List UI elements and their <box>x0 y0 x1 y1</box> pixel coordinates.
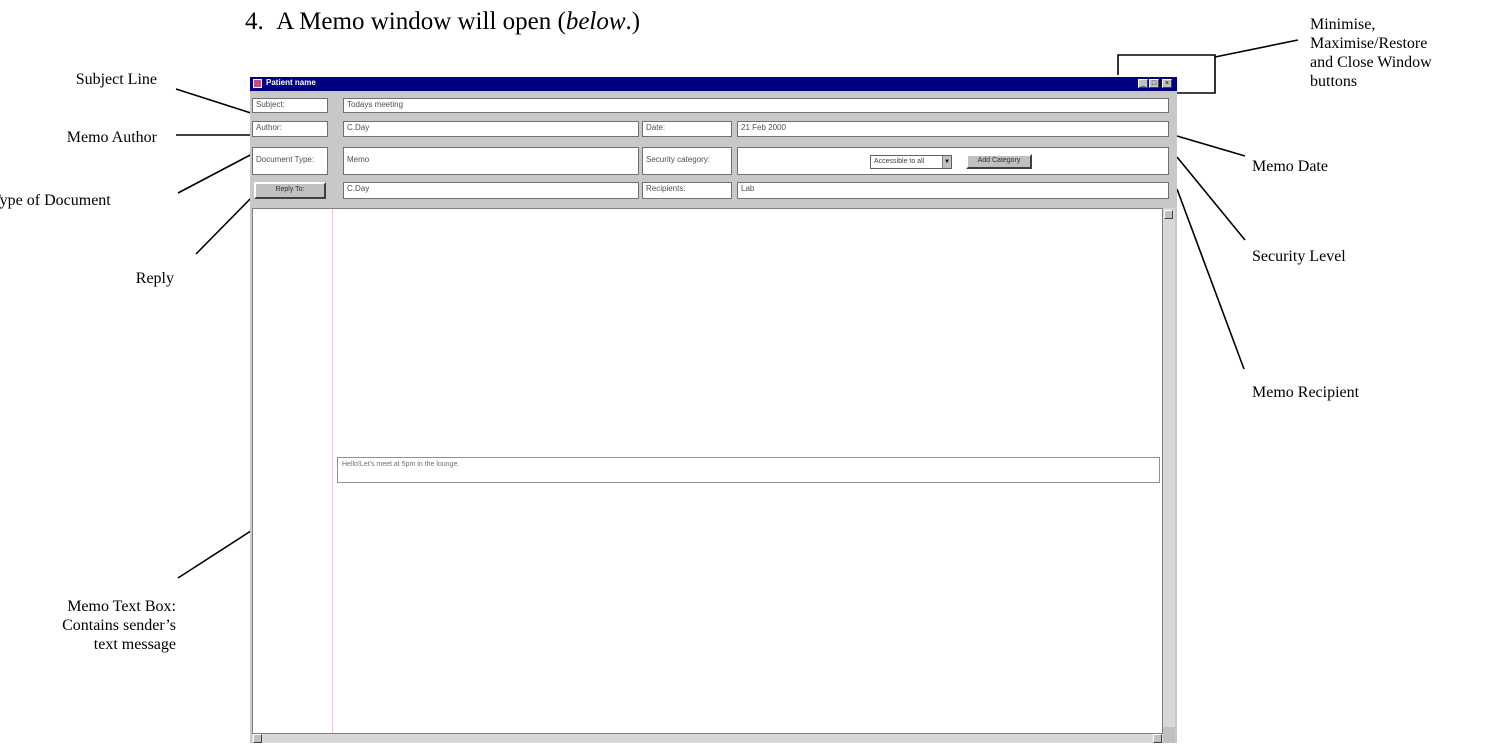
callout-memo-text-box-line: text message <box>93 636 176 653</box>
author-label: Author: <box>252 121 328 137</box>
step-text-italic: below <box>565 8 626 35</box>
leader-subject-line <box>175 88 255 115</box>
step-text-after: .) <box>625 8 641 35</box>
callout-security-level: Security Level <box>1252 248 1346 265</box>
leader-memo-recipient <box>1176 188 1245 370</box>
callout-memo-text-box: Memo Text Box: Contains sender’s text me… <box>62 597 176 654</box>
leader-type-of-document <box>177 152 255 194</box>
resize-grip-icon[interactable] <box>1163 727 1175 743</box>
horizontal-scrollbar[interactable] <box>252 734 1163 743</box>
vertical-scrollbar[interactable] <box>1163 208 1175 734</box>
author-field[interactable]: C.Day <box>343 121 639 137</box>
memo-gutter-divider <box>332 209 333 733</box>
add-category-button[interactable]: Add Category <box>966 154 1032 169</box>
callout-type-of-document: Type of Document <box>0 192 111 209</box>
recipients-field[interactable]: Lab <box>737 182 1169 199</box>
scroll-left-icon[interactable] <box>253 734 262 743</box>
callout-window-buttons-line: Minimise, <box>1310 16 1376 33</box>
date-label: Date: <box>642 121 732 137</box>
step-number: 4. <box>245 8 264 35</box>
callout-window-buttons-line: Maximise/Restore <box>1310 35 1428 52</box>
callout-subject-line: Subject Line <box>75 71 157 88</box>
document-type-label: Document Type: <box>252 147 328 175</box>
app-icon[interactable] <box>253 79 262 88</box>
leader-security-level <box>1176 156 1246 241</box>
chevron-down-icon[interactable]: ▼ <box>942 156 951 168</box>
callout-reply: Reply <box>135 270 174 287</box>
security-category-selected: Accessible to all <box>874 158 925 165</box>
close-icon[interactable]: × <box>1162 79 1172 88</box>
reply-to-field[interactable]: C.Day <box>343 182 639 199</box>
callout-window-buttons-line: and Close Window <box>1310 54 1432 71</box>
date-field[interactable]: 21 Feb 2000 <box>737 121 1169 137</box>
security-category-label: Security category: <box>642 147 732 175</box>
callout-memo-text-box-line: Memo Text Box: <box>67 598 176 615</box>
callout-memo-author: Memo Author <box>66 129 157 146</box>
maximise-restore-icon[interactable]: □ <box>1149 79 1159 88</box>
minimise-icon[interactable]: _ <box>1138 79 1148 88</box>
step-text-before: A Memo window will open ( <box>276 8 566 35</box>
security-category-panel <box>737 147 1169 175</box>
callout-memo-text-box-line: Contains sender’s <box>62 617 176 634</box>
leader-memo-date <box>1176 135 1246 157</box>
subject-field[interactable]: Todays meeting <box>343 98 1169 113</box>
memo-window: Patient name _ □ × Subject: Todays meeti… <box>250 77 1177 743</box>
reply-to-button[interactable]: Reply To: <box>254 182 326 199</box>
recipients-label: Recipients: <box>642 182 732 199</box>
callout-memo-date: Memo Date <box>1252 158 1328 175</box>
subject-label: Subject: <box>252 98 328 113</box>
callout-window-buttons-line: buttons <box>1310 73 1358 90</box>
scroll-up-icon[interactable] <box>1164 210 1173 219</box>
memo-body-area[interactable]: Hello!Let's meet at 5pm in the lounge. <box>252 208 1163 734</box>
window-title-bar[interactable]: Patient name _ □ × <box>250 77 1177 91</box>
document-type-field[interactable]: Memo <box>343 147 639 175</box>
security-category-select[interactable]: Accessible to all ▼ <box>870 155 952 169</box>
step-heading: 4. A Memo window will open (below.) <box>245 8 640 36</box>
memo-text-box[interactable]: Hello!Let's meet at 5pm in the lounge. <box>337 457 1160 483</box>
leader-reply <box>195 191 258 255</box>
window-title: Patient name <box>266 78 316 87</box>
callout-memo-recipient: Memo Recipient <box>1252 384 1360 401</box>
scroll-right-icon[interactable] <box>1153 734 1162 743</box>
leader-window-buttons <box>1214 39 1299 58</box>
callout-window-buttons: Minimise, Maximise/Restore and Close Win… <box>1310 15 1432 91</box>
